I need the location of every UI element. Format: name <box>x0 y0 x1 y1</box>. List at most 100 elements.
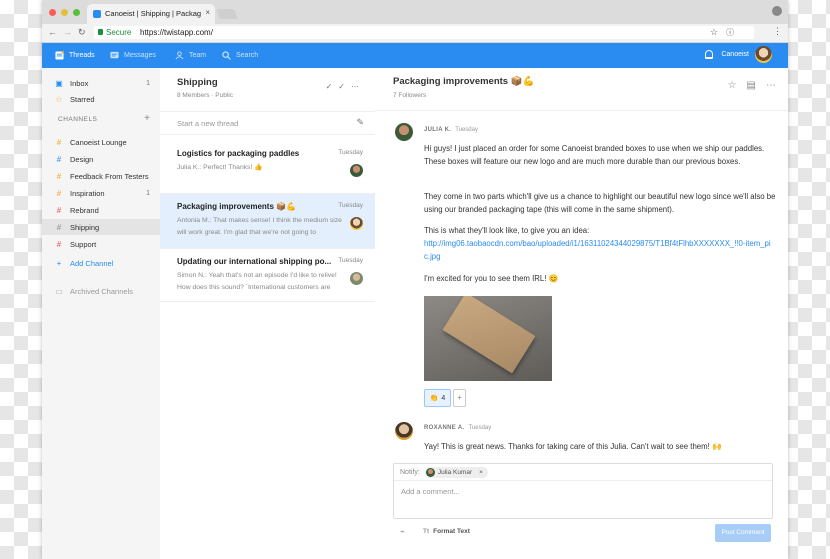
nav-search-label: Search <box>236 52 259 59</box>
back-arrow-icon[interactable]: ← <box>48 27 57 37</box>
archive-icon: ▭ <box>55 286 63 296</box>
composer-toolbar: ⌁ Tt Format Text Post Comment <box>393 524 771 542</box>
thread-info-icon[interactable]: ▤ <box>747 80 756 91</box>
sidebar-item-starred[interactable]: ☆ Starred <box>42 91 160 107</box>
nav-threads-label: Threads <box>69 52 95 59</box>
forward-arrow-icon[interactable]: → <box>63 27 72 37</box>
sidebar-item-feedback[interactable]: # Feedback From Testers <box>42 168 160 184</box>
post-day: Tuesday <box>455 127 478 133</box>
nav-team[interactable]: Team <box>175 43 206 68</box>
sidebar-item-label: Starred <box>70 94 95 104</box>
nav-messages[interactable]: Messages <box>110 43 156 68</box>
hash-icon: # <box>56 222 62 232</box>
chip-name: Julia Kumar <box>437 468 473 476</box>
threads-icon <box>55 51 64 60</box>
user-avatar[interactable] <box>755 46 772 63</box>
nav-threads[interactable]: Threads <box>55 43 95 68</box>
thread-date: Tuesday <box>338 202 363 209</box>
notify-label: Notify: <box>400 468 420 476</box>
bookmark-star-icon[interactable]: ☆ <box>710 27 718 38</box>
thread-title: Logistics for packaging paddles <box>177 149 300 158</box>
lock-icon <box>98 29 103 35</box>
sidebar-item-inbox[interactable]: ▣ Inbox 1 <box>42 75 160 91</box>
box-photo[interactable] <box>424 296 552 381</box>
thread-more-icon[interactable]: ⋯ <box>766 80 776 91</box>
new-tab-button[interactable] <box>216 9 238 19</box>
plus-icon: + <box>56 258 62 268</box>
reload-icon[interactable]: ↻ <box>78 27 86 38</box>
add-channel-plus-icon[interactable]: + <box>144 113 150 124</box>
post-day: Tuesday <box>468 425 492 431</box>
sidebar-item-label: Canoeist Lounge <box>70 137 127 147</box>
archived-label: Archived Channels <box>70 286 133 296</box>
reaction-button[interactable]: 👏 4 <box>424 389 451 407</box>
browser-menu-icon[interactable]: ⋮ <box>773 26 782 37</box>
sidebar-item-canoeist-lounge[interactable]: # Canoeist Lounge <box>42 134 160 150</box>
format-text-label: Format Text <box>433 528 470 535</box>
format-text-button[interactable]: Tt Format Text <box>423 528 470 535</box>
new-thread-input[interactable]: Start a new thread ✎ <box>160 111 375 135</box>
mark-read-icon[interactable]: ✓✓ <box>326 82 351 91</box>
roxanne-avatar[interactable] <box>395 422 413 440</box>
thread-item[interactable]: Logistics for packaging paddles Tuesday … <box>160 141 375 194</box>
attachment-icon[interactable]: ⌁ <box>400 527 405 536</box>
channel-actions: ✓✓⋯ <box>326 82 365 91</box>
comment-composer: Notify: Julia Kumar × Add a comment... <box>393 463 773 519</box>
julia-avatar[interactable] <box>395 123 413 141</box>
sidebar-item-support[interactable]: # Support <box>42 236 160 252</box>
notifications-bell-icon[interactable] <box>705 50 714 59</box>
sidebar-item-design[interactable]: # Design <box>42 151 160 167</box>
post-comment-button[interactable]: Post Comment <box>715 524 771 542</box>
thread-item[interactable]: Updating our international shipping po..… <box>160 249 375 302</box>
twist-favicon-icon <box>93 10 101 18</box>
hash-icon: # <box>56 137 62 147</box>
hash-icon: # <box>56 239 62 249</box>
post-author-name: JULIA K. <box>424 127 452 133</box>
add-channel-button[interactable]: + Add Channel <box>42 255 160 271</box>
sidebar-item-label: Feedback From Testers <box>70 171 149 181</box>
sidebar: ▣ Inbox 1 ☆ Starred CHANNELS + # Canoeis… <box>42 68 161 559</box>
thread-avatar <box>350 272 363 285</box>
browser-tab[interactable]: Canoeist | Shipping | Packaging × <box>87 4 215 24</box>
post-paragraph: Yay! This is great news. Thanks for taki… <box>424 442 722 451</box>
inbox-icon: ▣ <box>55 78 63 88</box>
thread-item-selected[interactable]: Packaging improvements 📦💪 Tuesday Antoni… <box>160 194 375 249</box>
image-link[interactable]: http://img06.taobaocdn.com/bao/uploaded/… <box>424 237 774 263</box>
archived-channels-link[interactable]: ▭ Archived Channels <box>42 283 160 299</box>
chip-remove-icon[interactable]: × <box>479 469 483 476</box>
notify-row[interactable]: Notify: Julia Kumar × <box>394 464 772 481</box>
hash-icon: # <box>56 171 62 181</box>
star-thread-icon[interactable]: ☆ <box>728 80 737 91</box>
maximize-window-button[interactable] <box>73 9 80 16</box>
address-bar[interactable]: Secure https://twistapp.com/ ☆ ⓘ <box>94 26 754 39</box>
add-reaction-button[interactable]: + <box>453 389 466 407</box>
thread-title: Packaging improvements 📦💪 <box>177 202 297 211</box>
sidebar-item-inspiration[interactable]: # Inspiration 1 <box>42 185 160 201</box>
browser-toolbar: ← → ↻ Secure https://twistapp.com/ ☆ ⓘ ⋮ <box>42 24 788 43</box>
workspace-menu[interactable]: Canoeist <box>705 46 772 63</box>
url-text[interactable]: https://twistapp.com/ <box>140 28 213 37</box>
browser-profile-icon[interactable] <box>772 6 782 16</box>
post-paragraph: Hi guys! I just placed an order for some… <box>424 144 765 166</box>
sidebar-item-label: Support <box>70 239 97 249</box>
notify-chip[interactable]: Julia Kumar × <box>424 466 488 478</box>
sidebar-item-label: Inspiration <box>70 188 105 198</box>
comment-input[interactable]: Add a comment... <box>401 487 460 496</box>
minimize-window-button[interactable] <box>61 9 68 16</box>
close-window-button[interactable] <box>49 9 56 16</box>
thread-date: Tuesday <box>338 257 363 264</box>
post-paragraph: I'm excited for you to see them IRL! 😊 <box>424 274 559 283</box>
info-icon[interactable]: ⓘ <box>726 27 734 38</box>
sidebar-item-rebrand[interactable]: # Rebrand <box>42 202 160 218</box>
hash-icon: # <box>56 154 62 164</box>
header-divider <box>375 110 788 111</box>
post-author: JULIA K. Tuesday <box>424 127 478 133</box>
sidebar-item-shipping[interactable]: # Shipping <box>42 219 160 235</box>
thread-date: Tuesday <box>338 149 363 156</box>
nav-team-label: Team <box>189 52 207 59</box>
more-options-icon[interactable]: ⋯ <box>351 82 365 91</box>
thread-actions: ☆ ▤ ⋯ <box>728 80 776 91</box>
nav-search[interactable]: Search <box>222 43 258 68</box>
tab-close-icon[interactable]: × <box>205 8 210 17</box>
compose-icon[interactable]: ✎ <box>356 117 364 128</box>
